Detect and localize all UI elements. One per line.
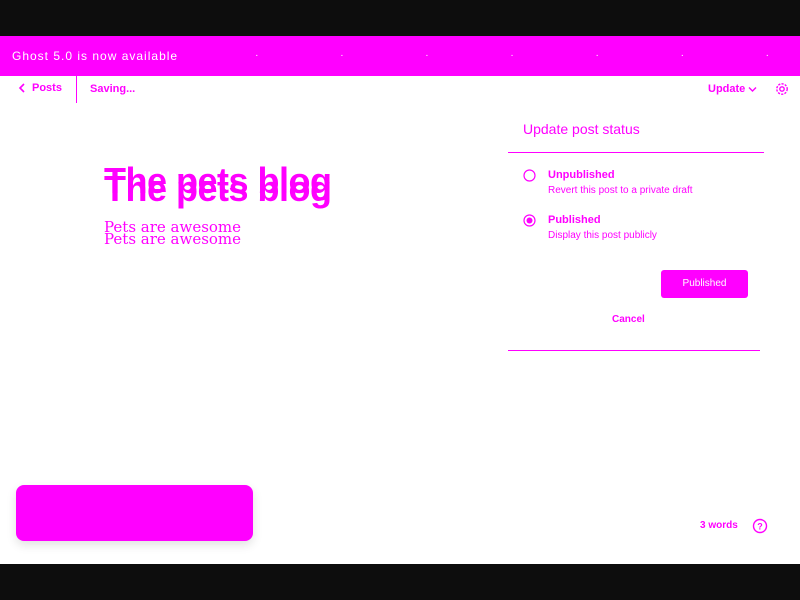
- word-count: 3 words: [700, 520, 738, 531]
- cancel-button[interactable]: Cancel: [612, 314, 645, 325]
- post-title-ghost: The pets blog: [104, 168, 332, 209]
- option-unpublished[interactable]: Unpublished Revert this post to a privat…: [523, 168, 693, 200]
- option-description: Display this post publicly: [548, 230, 657, 241]
- chevron-down-icon: [748, 86, 757, 92]
- update-banner[interactable]: Ghost 5.0 is now available · · · · · · ·…: [0, 36, 800, 76]
- radio-checked-icon[interactable]: [523, 214, 536, 227]
- gear-icon: [776, 83, 788, 95]
- banner-dot: ·: [170, 50, 175, 61]
- banner-dot: ·: [340, 50, 345, 61]
- banner-dot: ·: [425, 50, 430, 61]
- banner-dot: ·: [765, 50, 770, 61]
- update-dropdown-button[interactable]: Update: [708, 83, 757, 95]
- banner-dot: ·: [255, 50, 260, 61]
- banner-trail: · · · · · · · ·: [170, 36, 790, 76]
- back-label: Posts: [32, 82, 62, 94]
- back-to-posts-link[interactable]: Posts: [18, 82, 62, 94]
- update-label: Update: [708, 83, 746, 95]
- chevron-left-icon: [18, 83, 25, 93]
- banner-dot: ·: [595, 50, 600, 61]
- banner-dot: ·: [510, 50, 515, 61]
- save-status: Saving...: [90, 83, 136, 95]
- radio-unchecked-icon[interactable]: [523, 169, 536, 182]
- option-published[interactable]: Published Display this post publicly: [523, 213, 657, 245]
- option-label: Unpublished: [548, 169, 615, 181]
- editor-window: Ghost 5.0 is now available · · · · · · ·…: [0, 36, 800, 564]
- option-description: Revert this post to a private draft: [548, 185, 693, 196]
- question-circle-icon: ?: [752, 518, 768, 534]
- banner-dot: ·: [680, 50, 685, 61]
- panel-footer-divider: [508, 350, 760, 351]
- panel-title: Update post status: [523, 121, 640, 137]
- post-subtitle-ghost: Pets are awesome: [104, 230, 242, 248]
- topbar-divider: [76, 76, 77, 103]
- published-confirm-button[interactable]: Published: [661, 270, 748, 298]
- notification-toast[interactable]: [16, 485, 253, 541]
- banner-text: Ghost 5.0 is now available: [12, 49, 179, 63]
- editor-topbar: Posts Saving... Update: [0, 76, 800, 104]
- svg-text:?: ?: [757, 522, 763, 532]
- help-button[interactable]: ?: [752, 518, 768, 539]
- settings-button[interactable]: [774, 81, 790, 102]
- option-label: Published: [548, 214, 601, 226]
- panel-divider: [508, 152, 764, 153]
